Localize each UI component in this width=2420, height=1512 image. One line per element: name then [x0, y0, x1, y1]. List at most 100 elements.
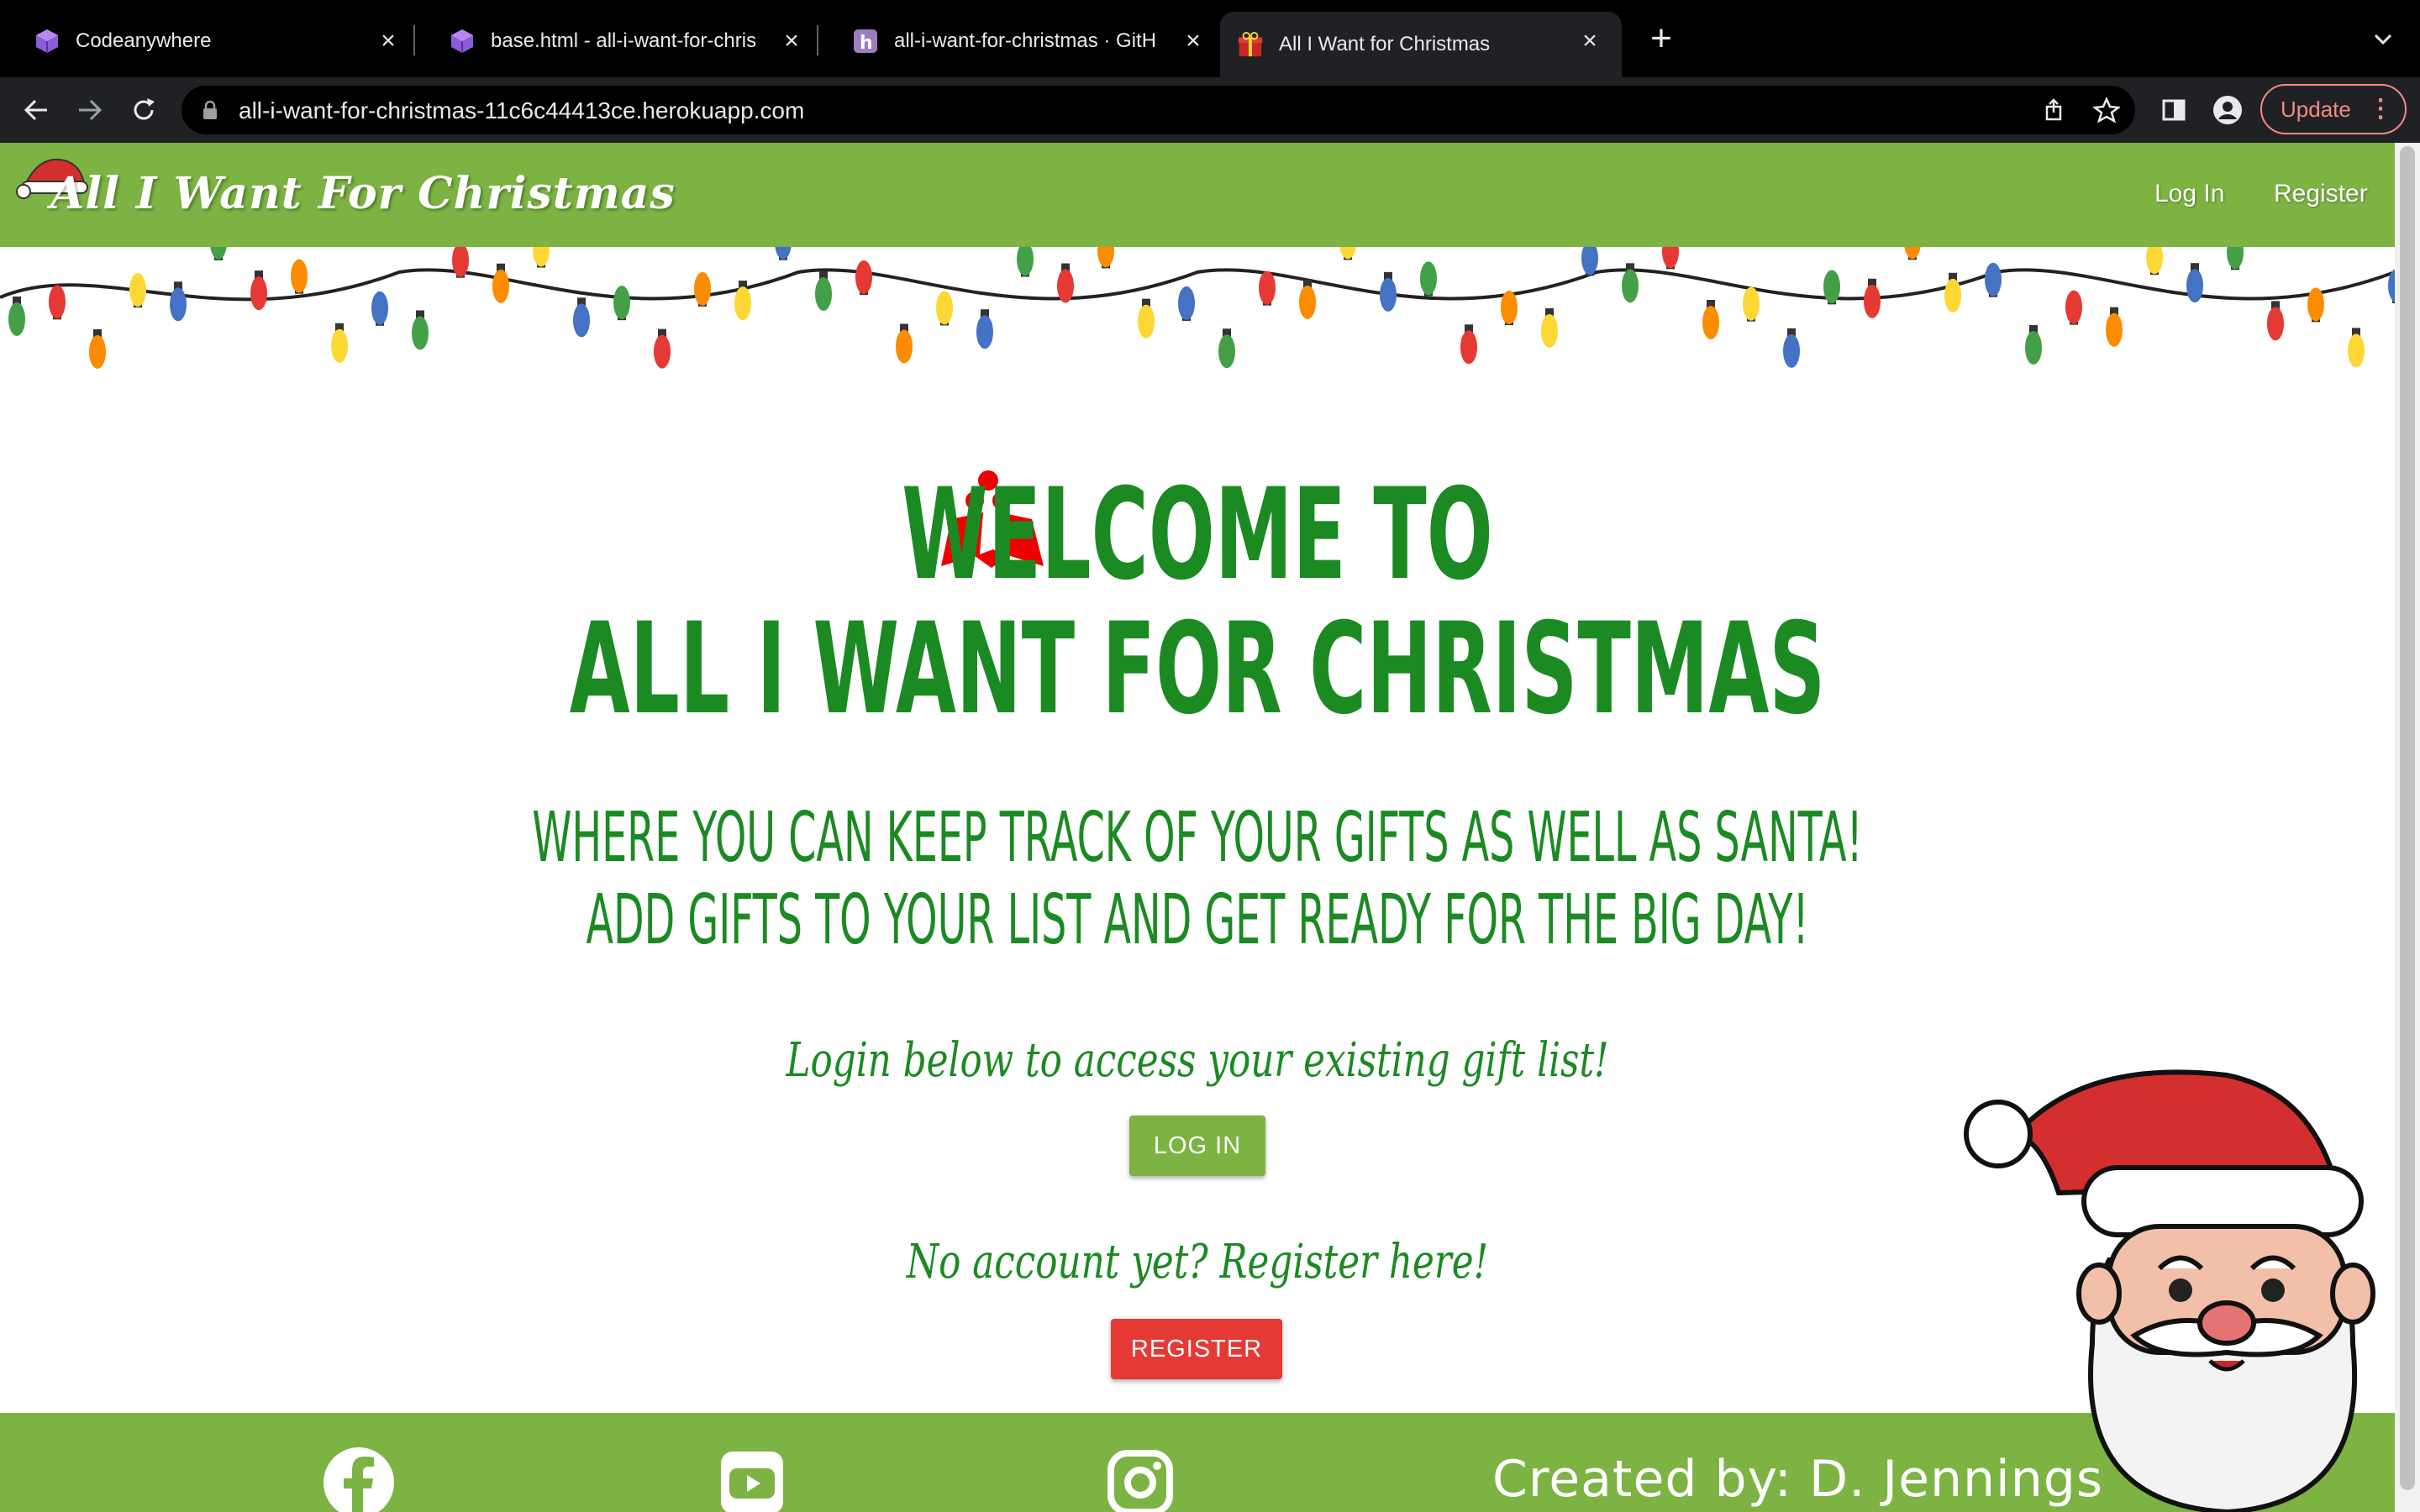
- nav-register-link[interactable]: Register: [2274, 180, 2368, 208]
- light-bulb: [1380, 271, 1397, 312]
- light-bulb: [1541, 307, 1558, 348]
- light-bulb: [412, 310, 429, 350]
- light-bulb: [573, 297, 590, 338]
- light-bulb: [129, 273, 146, 308]
- youtube-icon[interactable]: [716, 1446, 788, 1512]
- url-text[interactable]: all-i-want-for-christmas-11c6c44413ce.he…: [239, 97, 804, 124]
- light-bulb: [371, 291, 388, 326]
- light-bulb: [2106, 307, 2123, 347]
- light-bulb: [775, 247, 792, 260]
- svg-text:h: h: [860, 33, 873, 54]
- light-bulb: [2065, 290, 2082, 325]
- subtitle-line1: Where you can keep track of your gifts a…: [532, 798, 1863, 878]
- lock-icon[interactable]: [202, 100, 218, 124]
- lights-wire: [0, 268, 2395, 302]
- light-bulb: [2307, 287, 2324, 323]
- light-bulb: [1743, 286, 1760, 322]
- light-bulb: [1420, 261, 1437, 297]
- scrollbar-thumb[interactable]: [2400, 146, 2415, 1490]
- light-bulb: [291, 259, 308, 294]
- more-options-icon[interactable]: ⋮: [2368, 86, 2393, 133]
- welcome-heading-line2: All I Want For Christmas: [569, 596, 1826, 743]
- site-navbar: All I Want For Christmas Log In Register: [0, 143, 2395, 247]
- light-bulb: [2146, 247, 2163, 276]
- tab-codeanywhere[interactable]: Codeanywhere ×: [0, 12, 412, 71]
- santa-face-icon: [1958, 1067, 2395, 1512]
- page-scrollbar[interactable]: [2395, 143, 2420, 1512]
- light-bulb: [815, 270, 832, 311]
- light-bulb: [1138, 298, 1155, 339]
- light-bulb: [1259, 270, 1276, 306]
- light-bulb: [1299, 279, 1316, 319]
- close-tab-icon[interactable]: ×: [373, 26, 403, 56]
- close-tab-icon[interactable]: ×: [1575, 26, 1605, 56]
- light-bulb: [1017, 247, 1034, 277]
- light-bulb: [1864, 278, 1881, 318]
- update-button[interactable]: Update ⋮: [2260, 84, 2407, 134]
- light-bulb: [1944, 272, 1961, 312]
- tab-base-html[interactable]: base.html - all-i-want-for-chris ×: [415, 12, 815, 71]
- back-arrow-icon[interactable]: [17, 91, 55, 129]
- tab-search-chevron-down-icon[interactable]: [2368, 24, 2398, 54]
- address-bar[interactable]: all-i-want-for-christmas-11c6c44413ce.he…: [182, 86, 2135, 134]
- light-bulb: [2227, 247, 2244, 270]
- light-bulb: [1662, 247, 1679, 270]
- light-bulb: [250, 270, 267, 311]
- light-bulb: [694, 271, 711, 307]
- reload-icon[interactable]: [124, 91, 163, 129]
- christmas-lights-banner: [0, 247, 2395, 369]
- codeanywhere-cube-icon: [449, 28, 476, 55]
- light-bulb: [2348, 328, 2365, 368]
- tab-github[interactable]: h all-i-want-for-christmas · GitH ×: [818, 12, 1217, 71]
- page-viewport: All I Want For Christmas Log In Register…: [0, 143, 2395, 1512]
- light-bulb: [492, 263, 509, 303]
- login-prompt: Login below to access your existing gift…: [786, 1033, 1609, 1088]
- light-bulb: [2267, 301, 2284, 341]
- side-panel-icon[interactable]: [2154, 91, 2193, 129]
- light-bulb: [896, 323, 913, 364]
- light-bulb: [1904, 247, 1921, 260]
- light-bulb: [533, 247, 550, 268]
- gift-icon: [1237, 31, 1264, 58]
- close-tab-icon[interactable]: ×: [776, 26, 807, 56]
- facebook-icon[interactable]: [323, 1446, 395, 1512]
- brand-logo[interactable]: All I Want For Christmas: [50, 168, 676, 219]
- light-bulb: [1339, 247, 1356, 260]
- light-bulb: [89, 328, 106, 369]
- light-bulb: [936, 291, 953, 326]
- light-bulb: [1178, 286, 1195, 321]
- light-bulb: [49, 285, 66, 320]
- light-bulb: [1460, 324, 1477, 365]
- light-bulb: [654, 328, 671, 369]
- light-bulb: [2186, 263, 2203, 303]
- light-bulb: [1783, 328, 1800, 368]
- login-button[interactable]: LOG IN: [1129, 1116, 1265, 1176]
- light-bulb: [1097, 247, 1114, 269]
- light-bulb: [1985, 262, 2002, 297]
- light-bulb: [1501, 291, 1518, 326]
- light-bulb: [1702, 300, 1719, 340]
- light-bulb: [210, 247, 227, 260]
- register-button[interactable]: REGISTER: [1111, 1319, 1282, 1379]
- bookmark-star-icon[interactable]: [2087, 91, 2126, 129]
- heroku-icon: h: [852, 28, 879, 55]
- instagram-icon[interactable]: [1104, 1446, 1176, 1512]
- register-prompt: No account yet? Register here!: [906, 1235, 1489, 1289]
- profile-avatar-icon[interactable]: [2208, 91, 2247, 129]
- light-bulb: [170, 281, 187, 322]
- forward-arrow-icon[interactable]: [71, 91, 109, 129]
- browser-toolbar: all-i-want-for-christmas-11c6c44413ce.he…: [0, 77, 2420, 143]
- close-tab-icon[interactable]: ×: [1178, 26, 1208, 56]
- tab-all-i-want-for-christmas[interactable]: All I Want for Christmas ×: [1220, 12, 1622, 77]
- share-icon[interactable]: [2034, 91, 2073, 129]
- light-bulb: [1057, 263, 1074, 303]
- nav-login-link[interactable]: Log In: [2154, 180, 2224, 208]
- codeanywhere-cube-icon: [34, 28, 60, 55]
- light-bulb: [8, 297, 25, 336]
- subtitle-line2: Add gifts to your list and get ready for…: [586, 880, 1809, 960]
- light-bulb: [976, 309, 993, 349]
- light-bulb: [1218, 328, 1235, 369]
- new-tab-button[interactable]: +: [1643, 20, 1680, 57]
- welcome-heading-line1: Welcome to: [902, 462, 1493, 608]
- light-bulb: [613, 286, 630, 321]
